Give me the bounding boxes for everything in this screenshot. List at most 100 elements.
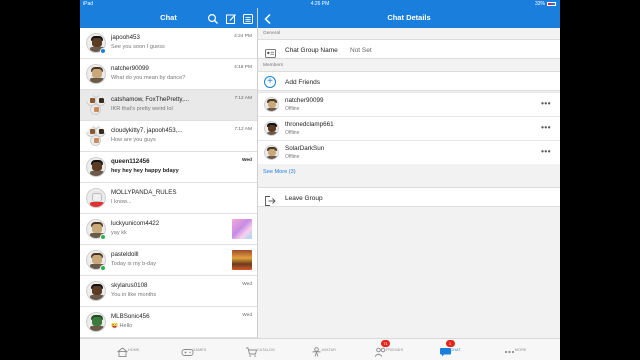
avatar <box>264 97 279 112</box>
chat-name: pasteldolll <box>111 251 139 258</box>
nav-avatar[interactable]: AVATAR <box>288 339 348 360</box>
group-avatar <box>86 126 106 146</box>
battery-percent: 33% <box>534 1 545 7</box>
search-icon[interactable] <box>207 12 219 24</box>
game-thumbnail[interactable] <box>232 250 252 270</box>
member-name: natcher90099 <box>285 97 324 104</box>
nav-games[interactable]: GAMES <box>159 339 219 360</box>
add-icon: + <box>264 76 276 88</box>
nav-friends[interactable]: FRIENDS 71 <box>352 339 412 360</box>
chat-time: 7:12 AM <box>234 96 252 101</box>
member-name: SolarDarkSun <box>285 145 325 152</box>
chat-row[interactable]: cloudykitty7, japooh453,... How are you g… <box>80 121 257 152</box>
more-options-icon[interactable]: ••• <box>541 123 551 132</box>
member-status: Offline <box>285 130 300 136</box>
chat-row[interactable]: MOLLYPANDA_RULES I know... <box>80 183 257 214</box>
member-row[interactable]: thronedclamp661 Offline ••• <box>258 116 560 140</box>
chat-row[interactable]: pasteldolll Today is my b-day <box>80 245 257 276</box>
chat-name: natcher90099 <box>111 65 149 72</box>
avatar <box>264 145 279 160</box>
chat-name: MOLLYPANDA_RULES <box>111 189 177 196</box>
chat-time: 4:24 PM <box>234 34 252 39</box>
chat-preview: I know... <box>111 199 132 205</box>
nav-label: MORE <box>515 348 527 352</box>
status-bar: iPad 4:26 PM 33% <box>80 0 560 8</box>
avatar <box>86 157 106 177</box>
chat-preview: IKR that's pretty weird lol <box>111 106 173 112</box>
chat-preview: Today is my b-day <box>111 261 157 267</box>
nav-home[interactable]: HOME <box>94 339 154 360</box>
notification-badge: 71 <box>381 340 390 347</box>
chat-name: luckyunicorn4422 <box>111 220 160 227</box>
see-more-link[interactable]: See More (3) <box>263 169 296 175</box>
chat-preview: hey hey hey happy bdayy <box>111 168 179 174</box>
add-friends-row[interactable]: + Add Friends <box>258 71 560 91</box>
chat-name: skylarus0108 <box>111 282 148 289</box>
more-options-icon[interactable]: ••• <box>541 147 551 156</box>
chat-row[interactable]: queen112456 hey hey hey happy bdayy Wed <box>80 152 257 183</box>
chat-preview: 😜 Hello <box>111 323 133 329</box>
leave-group-label: Leave Group <box>285 195 323 202</box>
chat-row[interactable]: catshamow, FoxThePretty,... IKR that's pr… <box>80 90 257 121</box>
compose-icon[interactable] <box>225 12 237 24</box>
chat-row[interactable]: natcher90099 What do you mean by dance? 4:… <box>80 59 257 90</box>
nav-chat[interactable]: CHAT 1 <box>417 339 477 360</box>
bottom-nav: HOME GAMES CATALOG AVATAR FRIENDS 71 CHAT 1 MORE <box>80 338 560 360</box>
chat-name: cloudykitty7, japooh453,... <box>111 127 183 134</box>
id-card-icon <box>265 45 276 63</box>
chat-name: japooh453 <box>111 34 140 41</box>
chat-preview: See you soon I guess <box>111 44 165 50</box>
chat-time: 4:18 PM <box>234 65 252 70</box>
avatar <box>86 281 106 301</box>
chat-row[interactable]: luckyunicorn4422 yay kk <box>80 214 257 245</box>
chat-row[interactable]: MLBSonic456 😜 Hello Wed <box>80 307 257 338</box>
group-name-label: Chat Group Name <box>285 47 338 54</box>
nav-more[interactable]: MORE <box>481 339 541 360</box>
chat-preview: What do you mean by dance? <box>111 75 186 81</box>
member-row[interactable]: natcher90099 Offline ••• <box>258 92 560 116</box>
chat-name: MLBSonic456 <box>111 313 150 320</box>
leave-group-row[interactable]: Leave Group <box>258 187 560 207</box>
details-title: Chat Details <box>387 13 431 22</box>
general-section-label: General <box>263 31 281 36</box>
online-indicator <box>100 265 106 271</box>
member-status: Offline <box>285 106 300 112</box>
details-header: Chat Details <box>258 8 560 28</box>
game-thumbnail[interactable] <box>232 219 252 239</box>
nav-label: AVATAR <box>321 348 337 352</box>
chat-time: 7:12 AM <box>234 127 252 132</box>
avatar <box>264 121 279 136</box>
member-row[interactable]: SolarDarkSun Offline ••• <box>258 140 560 164</box>
chat-header: Chat <box>80 8 257 28</box>
battery-icon <box>547 1 556 6</box>
chat-row[interactable]: skylarus0108 You in like months Wed <box>80 276 257 307</box>
avatar <box>86 188 106 208</box>
nav-label: CATALOG <box>257 348 276 352</box>
chat-details-panel: General Chat Group Name Not Set Members … <box>258 28 560 338</box>
menu-icon[interactable] <box>242 12 254 24</box>
chat-preview: You in like months <box>111 292 157 298</box>
add-friends-label: Add Friends <box>285 79 321 86</box>
avatar <box>86 312 106 332</box>
nav-catalog[interactable]: CATALOG <box>223 339 283 360</box>
chat-name: queen112456 <box>111 158 150 165</box>
chat-time: Wed <box>241 158 252 163</box>
more-options-icon[interactable]: ••• <box>541 99 551 108</box>
nav-label: HOME <box>128 348 140 352</box>
group-name-value: Not Set <box>350 47 372 54</box>
online-indicator <box>100 234 106 240</box>
members-section-label: Members <box>263 63 283 68</box>
chat-preview: yay kk <box>111 230 127 236</box>
status-time: 4:26 PM <box>310 1 330 7</box>
battery-indicator: 33% <box>535 0 556 8</box>
member-status: Offline <box>285 154 300 160</box>
avatar <box>86 64 106 84</box>
leave-icon <box>265 193 276 211</box>
online-indicator <box>100 48 106 54</box>
nav-label: CHAT <box>450 348 461 352</box>
chat-time: Wed <box>242 282 252 287</box>
group-name-row[interactable]: Chat Group Name Not Set <box>258 39 560 59</box>
group-avatar <box>86 95 106 115</box>
chat-row[interactable]: japooh453 See you soon I guess 4:24 PM <box>80 28 257 59</box>
chat-preview: How are you guys <box>111 137 156 143</box>
